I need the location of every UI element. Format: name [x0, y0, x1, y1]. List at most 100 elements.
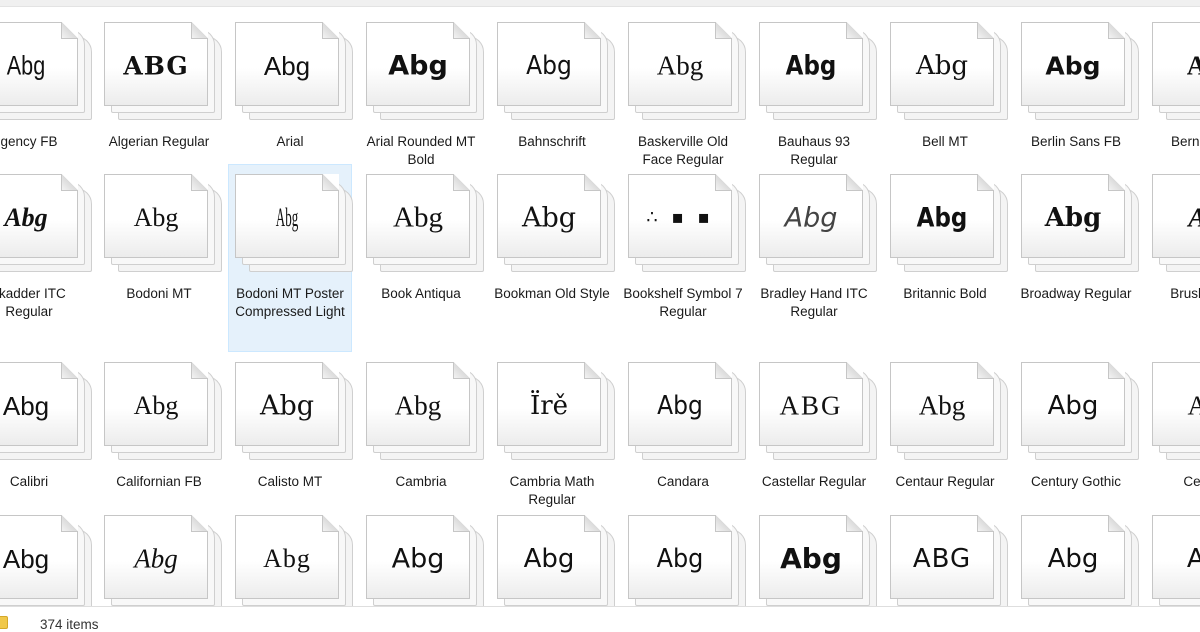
font-sample-text: Abg	[263, 544, 311, 573]
font-item-r3-c4[interactable]: Abg	[491, 513, 615, 606]
font-item-r3-c1[interactable]: Abg	[98, 513, 222, 606]
font-sample-text: Abg	[394, 390, 442, 421]
font-item-baskerville-old-face-regular[interactable]: Abg Baskerville Old Face Regular	[622, 20, 746, 167]
font-item-bernard-mt-condensed[interactable]: Ab Berna Cond	[1146, 20, 1200, 160]
font-item-arial-rounded-mt-bold[interactable]: Abg Arial Rounded MT Bold	[360, 20, 484, 167]
font-file-icon: Abg	[1015, 360, 1139, 464]
font-item-bodoni-mt-poster-compressed-light[interactable]: Abg Bodoni MT Poster Compressed Light	[228, 164, 353, 352]
font-item-r3-c7[interactable]: ABG	[884, 513, 1008, 606]
font-item-r3-c2[interactable]: Abg	[229, 513, 353, 606]
page-fold-corner	[715, 22, 732, 39]
font-name-label: Britannic Bold	[903, 286, 987, 301]
status-bar: 374 items	[0, 606, 1200, 632]
font-item-bell-mt[interactable]: Abg Bell MT	[884, 20, 1008, 160]
page-fold-corner	[453, 174, 470, 191]
font-item-r3-c9[interactable]: Ab	[1146, 513, 1200, 606]
font-item-bookman-old-style[interactable]: Abg Bookman Old Style	[491, 172, 615, 312]
font-file-icon: ABG	[884, 513, 1008, 606]
font-name-label: Cambria Math Regular	[509, 474, 595, 507]
font-item-berlin-sans-fb[interactable]: Abg Berlin Sans FB	[1015, 20, 1139, 160]
font-sample-text: Abg	[657, 391, 703, 421]
font-item-bradley-hand-itc-regular[interactable]: Abg Bradley Hand ITC Regular	[753, 172, 877, 319]
page-fold-corner	[846, 515, 863, 532]
folder-icon	[0, 616, 8, 629]
font-item-book-antiqua[interactable]: Abg Book Antiqua	[360, 172, 484, 312]
font-sample-text: Ab	[1152, 204, 1200, 232]
page-fold-corner	[977, 362, 994, 379]
font-item-broadway-regular[interactable]: Abg Broadway Regular	[1015, 172, 1139, 312]
page-fold-corner	[61, 362, 78, 379]
font-item-algerian-regular[interactable]: ABG Algerian Regular	[98, 20, 222, 160]
font-item-r3-c5[interactable]: Abg	[622, 513, 746, 606]
font-file-icon: Abg	[1015, 20, 1139, 124]
page-fold-corner	[453, 362, 470, 379]
font-sample-text: Abg	[133, 203, 179, 232]
font-name-label: Broadway Regular	[1020, 286, 1132, 301]
page-fold-corner	[61, 22, 78, 39]
font-item-brush-script-mt-italic[interactable]: Ab Brush Sc Ita	[1146, 172, 1200, 312]
font-sample-text: Abg	[134, 543, 178, 574]
font-name-label: ckadder ITC Regular	[0, 286, 66, 319]
font-file-icon: Abg	[1015, 172, 1139, 276]
font-name-label: Book Antiqua	[381, 286, 461, 301]
font-item-century-gothic[interactable]: Abg Century Gothic	[1015, 360, 1139, 500]
page-fold-corner	[191, 515, 208, 532]
font-item-cambria-math-regular[interactable]: Ïrě Cambria Math Regular	[491, 360, 615, 507]
font-item-century[interactable]: Ab Century	[1146, 360, 1200, 500]
font-name-label: gency FB	[0, 134, 58, 149]
font-item-r3-c8[interactable]: Abg	[1015, 513, 1139, 606]
font-file-icon: Abg	[229, 20, 353, 124]
font-file-icon: Abg	[884, 360, 1008, 464]
font-item-r3-c6[interactable]: Abg	[753, 513, 877, 606]
font-item-bauhaus-93-regular[interactable]: Abg Bauhaus 93 Regular	[753, 20, 877, 167]
font-file-icon: Abg	[229, 360, 353, 464]
font-sample-text: Abg	[133, 391, 179, 420]
font-item-r3-c3[interactable]: Abg	[360, 513, 484, 606]
font-name-label: Centaur Regular	[895, 474, 995, 489]
font-file-icon: Ïrě	[491, 360, 615, 464]
font-file-icon: Abg	[98, 172, 222, 276]
font-item-bodoni-mt[interactable]: Abg Bodoni MT	[98, 172, 222, 312]
font-name-label: Berlin Sans FB	[1030, 134, 1122, 149]
font-item-bookshelf-symbol-7-regular[interactable]: ∴ ▪ ▪ Bookshelf Symbol 7 Regular	[622, 172, 746, 319]
font-sample-text: Abg	[263, 51, 311, 81]
font-file-icon: Abg	[0, 360, 92, 464]
font-item-blackadder-itc-regular[interactable]: Abg ckadder ITC Regular	[0, 172, 92, 319]
font-file-icon: ∴ ▪ ▪	[622, 172, 746, 276]
page-fold-corner	[584, 362, 601, 379]
font-name-label: Arial Rounded MT Bold	[366, 134, 476, 167]
font-item-bahnschrift[interactable]: Abg Bahnschrift	[491, 20, 615, 160]
font-item-candara[interactable]: Abg Candara	[622, 360, 746, 500]
font-item-castellar-regular[interactable]: ABG Castellar Regular	[753, 360, 877, 500]
font-item-agency-fb[interactable]: Abg gency FB	[0, 20, 92, 160]
font-item-cambria[interactable]: Abg Cambria	[360, 360, 484, 500]
font-sample-text: Abg	[915, 51, 969, 81]
font-item-arial[interactable]: Abg Arial	[229, 20, 353, 160]
page-fold-corner	[1108, 515, 1125, 532]
font-name-label: Bauhaus 93 Regular	[777, 134, 851, 167]
font-name-label: Bodoni MT Poster Compressed Light	[235, 286, 345, 319]
font-file-icon: Abg	[622, 20, 746, 124]
font-file-icon: ABG	[753, 360, 877, 464]
font-name-label: Bradley Hand ITC Regular	[760, 286, 868, 319]
page-fold-corner	[584, 174, 601, 191]
font-item-r3-c0[interactable]: Abg	[0, 513, 92, 606]
font-file-icon: Abg	[0, 513, 92, 606]
font-name-label: Bodoni MT	[126, 286, 192, 301]
font-sample-text: ABG	[123, 51, 189, 81]
font-item-calisto-mt[interactable]: Abg Calisto MT	[229, 360, 353, 500]
page-fold-corner	[322, 174, 339, 191]
font-sample-text: Abg	[1045, 51, 1101, 81]
font-item-britannic-bold[interactable]: Abg Britannic Bold	[884, 172, 1008, 312]
font-name-label: Cambria	[395, 474, 447, 489]
font-item-californian-fb[interactable]: Abg Californian FB	[98, 360, 222, 500]
font-name-label: Arial	[276, 134, 304, 149]
page-fold-corner	[61, 174, 78, 191]
font-file-icon: Abg	[229, 172, 353, 276]
font-item-centaur-regular[interactable]: Abg Centaur Regular	[884, 360, 1008, 500]
font-file-icon: Abg	[491, 20, 615, 124]
font-sample-text: Ïrě	[529, 391, 569, 421]
font-sample-text: Abg	[4, 203, 48, 232]
font-sample-text: Abg	[388, 50, 448, 82]
font-item-calibri[interactable]: Abg Calibri	[0, 360, 92, 500]
